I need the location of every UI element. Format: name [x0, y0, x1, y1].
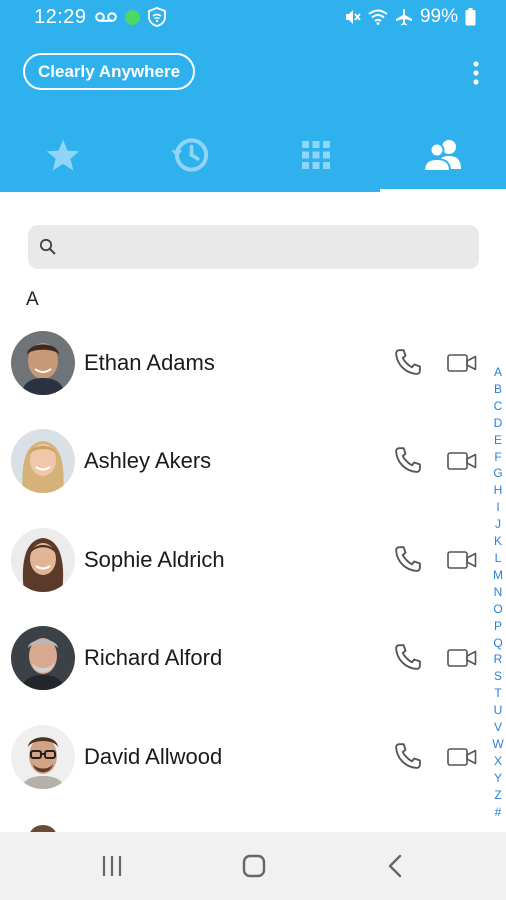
- contact-row[interactable]: David Allwood: [0, 725, 490, 823]
- mute-icon: [345, 10, 361, 24]
- alpha-index-letter[interactable]: Z: [494, 787, 501, 804]
- recent-apps-icon[interactable]: [98, 852, 126, 880]
- alpha-index-letter[interactable]: L: [495, 550, 502, 567]
- alpha-index-letter[interactable]: O: [493, 601, 502, 618]
- green-dot: [125, 9, 140, 25]
- alpha-index-letter[interactable]: N: [494, 584, 503, 601]
- contact-row[interactable]: Sophie Aldrich: [0, 528, 490, 626]
- contact-row[interactable]: Richard Alford: [0, 626, 490, 724]
- alpha-index-letter[interactable]: F: [494, 449, 501, 466]
- main-tabs: [0, 118, 506, 192]
- video-icon[interactable]: [447, 647, 477, 669]
- airplane-icon: [395, 9, 412, 26]
- status-bar: 12:29 99%: [0, 0, 506, 36]
- tab-recents[interactable]: [127, 118, 254, 192]
- contact-avatar: [11, 331, 75, 395]
- tab-contacts[interactable]: [379, 118, 506, 192]
- contact-avatar: [11, 528, 75, 592]
- search-bar[interactable]: [28, 225, 479, 269]
- contact-avatar: [11, 429, 75, 493]
- search-input[interactable]: [68, 225, 468, 269]
- more-options-icon[interactable]: [467, 60, 485, 86]
- alpha-index-letter[interactable]: I: [496, 499, 499, 516]
- account-button[interactable]: Clearly Anywhere: [23, 53, 196, 90]
- alpha-index-letter[interactable]: Y: [494, 770, 502, 787]
- contact-row[interactable]: Ethan Adams: [0, 331, 490, 429]
- home-icon[interactable]: [240, 852, 268, 880]
- section-header-letter: A: [26, 289, 39, 310]
- alpha-index-letter[interactable]: J: [495, 516, 501, 533]
- tab-dialpad[interactable]: [253, 118, 380, 192]
- alpha-index-letter[interactable]: D: [494, 415, 503, 432]
- system-nav-bar: [0, 832, 506, 900]
- phone-icon[interactable]: [393, 741, 423, 771]
- contact-name: Ethan Adams: [84, 350, 215, 375]
- wifi-icon: [368, 9, 388, 25]
- alpha-index-letter[interactable]: #: [495, 804, 502, 821]
- contact-avatar-partial: [11, 823, 75, 832]
- star-icon: [46, 139, 80, 171]
- video-icon[interactable]: [447, 549, 477, 571]
- alpha-index-letter[interactable]: H: [494, 482, 503, 499]
- alphabet-index[interactable]: A B C D E F G H I J K L M N O P Q R S T …: [490, 364, 506, 820]
- alpha-index-letter[interactable]: W: [492, 736, 503, 753]
- app-header: 12:29 99% Clearly Anywhere: [0, 0, 506, 192]
- status-time: 12:29: [34, 6, 87, 28]
- contact-name: Sophie Aldrich: [84, 547, 225, 572]
- alpha-index-letter[interactable]: E: [494, 432, 502, 449]
- status-right-icons: 99%: [343, 6, 476, 28]
- status-left-icons: [95, 7, 166, 27]
- contact-avatar: [11, 626, 75, 690]
- shield-wifi-icon: [148, 7, 166, 27]
- contact-row[interactable]: Ashley Akers: [0, 429, 490, 527]
- battery-icon: [465, 8, 476, 26]
- alpha-index-letter[interactable]: T: [494, 685, 501, 702]
- contact-name: Ashley Akers: [84, 448, 212, 473]
- dialpad-grid-icon: [302, 141, 331, 169]
- video-icon[interactable]: [447, 352, 477, 374]
- alpha-index-letter[interactable]: G: [493, 465, 502, 482]
- back-icon[interactable]: [382, 852, 410, 880]
- phone-icon[interactable]: [393, 347, 423, 377]
- account-label: Clearly Anywhere: [38, 61, 181, 81]
- alpha-index-letter[interactable]: R: [494, 651, 503, 668]
- alpha-index-letter[interactable]: S: [494, 668, 502, 685]
- video-icon[interactable]: [447, 746, 477, 768]
- contacts-people-icon: [422, 140, 461, 172]
- contact-name: Richard Alford: [84, 645, 223, 670]
- search-icon: [39, 238, 56, 255]
- phone-icon[interactable]: [393, 642, 423, 672]
- phone-icon[interactable]: [393, 544, 423, 574]
- battery-percent: 99%: [419, 6, 458, 27]
- alpha-index-letter[interactable]: V: [494, 719, 502, 736]
- video-icon[interactable]: [447, 450, 477, 472]
- alpha-index-letter[interactable]: C: [494, 398, 503, 415]
- contact-avatar: [11, 725, 75, 789]
- alpha-index-letter[interactable]: P: [494, 618, 502, 635]
- alpha-index-letter[interactable]: A: [494, 364, 502, 381]
- alpha-index-letter[interactable]: U: [494, 702, 503, 719]
- alpha-index-letter[interactable]: M: [493, 567, 503, 584]
- phone-icon[interactable]: [393, 445, 423, 475]
- voicemail-icon: [95, 12, 117, 22]
- alpha-index-letter[interactable]: K: [494, 533, 502, 550]
- contact-name: David Allwood: [84, 744, 223, 769]
- tab-favorites[interactable]: [0, 118, 127, 192]
- history-clock-icon: [171, 138, 208, 172]
- alpha-index-letter[interactable]: B: [494, 381, 502, 398]
- alpha-index-letter[interactable]: Q: [493, 635, 502, 652]
- alpha-index-letter[interactable]: X: [494, 753, 502, 770]
